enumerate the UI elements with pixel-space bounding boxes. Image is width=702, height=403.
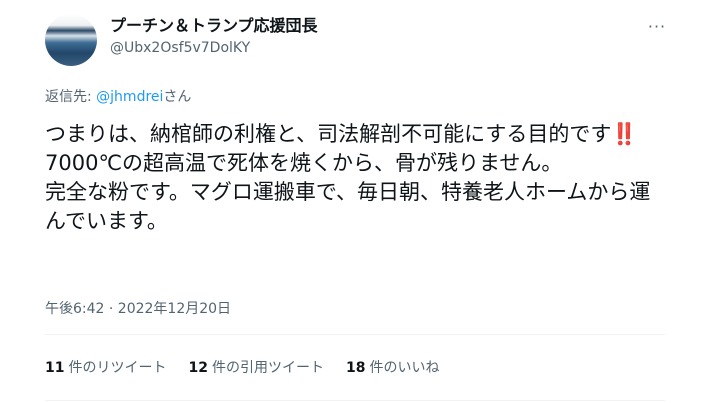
reply-mention-link[interactable]: @jhmdrei [96, 89, 163, 105]
avatar[interactable] [45, 14, 97, 66]
likes-label: 件のいいね [369, 360, 440, 376]
divider [45, 400, 665, 401]
author-info: プーチン＆トランプ応援団長 @Ubx2Osf5v7DolKY [110, 15, 318, 58]
display-name[interactable]: プーチン＆トランプ応援団長 [110, 15, 318, 37]
tweet-text-part2: 7000℃の超高温で死体を焼くから、骨が残りません。 完全な粉です。マグロ運搬車… [45, 151, 651, 233]
quote-tweets-label: 件の引用ツイート [211, 360, 324, 376]
engagement-stats: 11 件のリツイート 12 件の引用ツイート 18 件のいいね [45, 358, 439, 378]
timestamp-link[interactable]: 午後6:42 · 2022年12月20日 [45, 299, 231, 319]
reply-suffix: さん [163, 89, 192, 105]
likes-count: 18 [345, 360, 366, 376]
tweet-text-part1: つまりは、納棺師の利権と、司法解剖不可能にする目的です [45, 122, 612, 146]
retweets-stat[interactable]: 11 件のリツイート [45, 358, 166, 378]
retweets-count: 11 [45, 360, 65, 376]
reply-prefix: 返信先: [45, 89, 97, 105]
double-exclamation-emoji-icon: ‼️ [611, 122, 638, 146]
reply-to: 返信先: @jhmdreiさん [45, 87, 191, 107]
tweet-text: つまりは、納棺師の利権と、司法解剖不可能にする目的です‼️ 7000℃の超高温で… [45, 120, 665, 236]
tweet: プーチン＆トランプ応援団長 @Ubx2Osf5v7DolKY ··· 返信先: … [0, 0, 702, 403]
divider [45, 334, 665, 335]
quote-tweets-count: 12 [188, 360, 208, 376]
likes-stat[interactable]: 18 件のいいね [346, 358, 439, 378]
more-options-icon[interactable]: ··· [646, 16, 668, 38]
quote-tweets-stat[interactable]: 12 件の引用ツイート [188, 358, 323, 378]
user-handle[interactable]: @Ubx2Osf5v7DolKY [110, 38, 318, 58]
retweets-label: 件のリツイート [68, 360, 167, 376]
